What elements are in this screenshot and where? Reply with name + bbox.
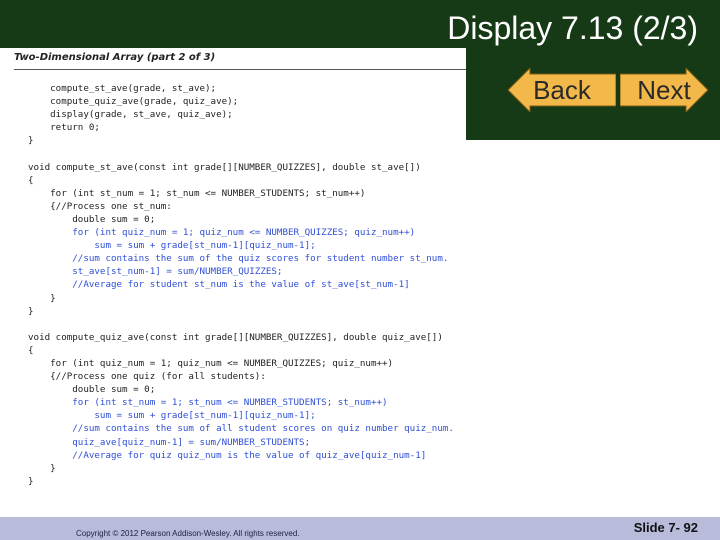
display-heading: Two-Dimensional Array (part 2 of 3) [14,52,216,63]
code-line: { [28,174,34,186]
code-line: { [28,344,34,356]
code-line: } [28,135,34,147]
code-line: } [28,462,56,474]
heading-divider [14,69,466,70]
next-button-label: Next [637,75,691,105]
slide-title: Display 7.13 (2/3) [447,10,698,46]
next-button[interactable]: Next [620,68,708,112]
code-line: double sum = 0; [28,384,156,396]
code-line: for (int st_num = 1; st_num <= NUMBER_ST… [28,397,388,409]
code-line: display(grade, st_ave, quiz_ave); [28,109,233,121]
code-line: for (int quiz_num = 1; quiz_num <= NUMBE… [28,357,394,369]
code-line: } [28,305,34,317]
code-line: } [28,292,56,304]
code-line: void compute_st_ave(const int grade[][NU… [28,161,421,173]
code-line: for (int st_num = 1; st_num <= NUMBER_ST… [28,187,366,199]
code-line: sum = sum + grade[st_num-1][quiz_num-1]; [28,240,316,252]
code-line: for (int quiz_num = 1; quiz_num <= NUMBE… [28,227,416,239]
code-line: {//Process one st_num: [28,200,172,212]
code-line: compute_quiz_ave(grade, quiz_ave); [28,96,239,108]
code-line: return 0; [28,122,100,134]
code-line: } [28,475,34,487]
slide-number: Slide 7- 92 [633,520,698,535]
code-line: //Average for quiz quiz_num is the value… [28,449,427,461]
code-listing: compute_st_ave(grade, st_ave); compute_q… [28,82,454,488]
code-line: //sum contains the sum of the quiz score… [28,253,449,265]
code-line: {//Process one quiz (for all students): [28,371,266,383]
code-line: void compute_quiz_ave(const int grade[][… [28,331,443,343]
back-button-label: Back [533,75,591,105]
back-button[interactable]: Back [508,68,616,112]
copyright-text: Copyright © 2012 Pearson Addison-Wesley.… [76,529,300,538]
code-line: double sum = 0; [28,213,156,225]
code-line: compute_st_ave(grade, st_ave); [28,83,217,94]
code-line: //Average for student st_num is the valu… [28,279,410,291]
code-line: //sum contains the sum of all student sc… [28,423,454,435]
code-line: st_ave[st_num-1] = sum/NUMBER_QUIZZES; [28,266,283,278]
code-line: quiz_ave[quiz_num-1] = sum/NUMBER_STUDEN… [28,436,311,448]
code-line: sum = sum + grade[st_num-1][quiz_num-1]; [28,410,316,422]
